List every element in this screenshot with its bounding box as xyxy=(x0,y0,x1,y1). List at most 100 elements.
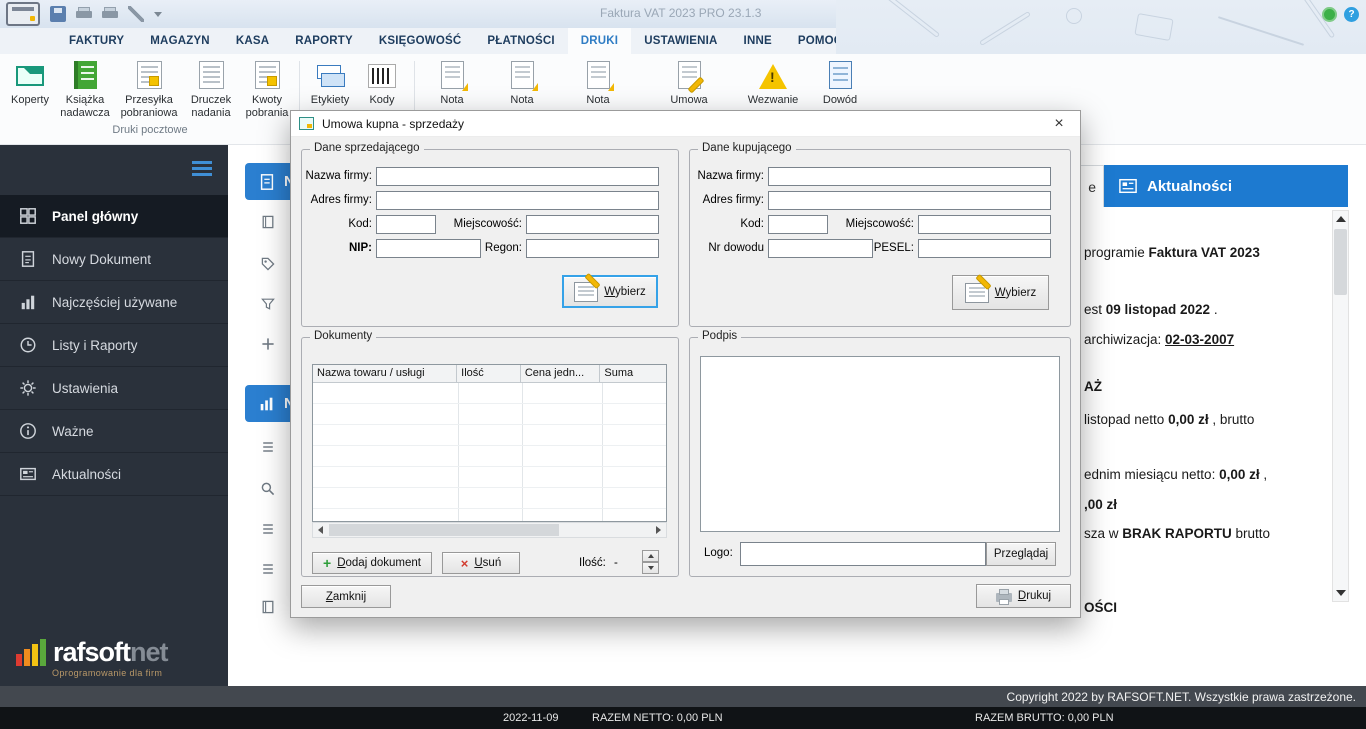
scroll-up-icon[interactable] xyxy=(1333,211,1348,227)
column-header-cena[interactable]: Cena jedn... xyxy=(521,365,601,382)
ribbon-item-koperty[interactable]: Koperty xyxy=(6,61,54,119)
ribbon-item-kody[interactable]: Kody xyxy=(355,61,409,107)
menubar: FAKTURY MAGAZYN KASA RAPORTY KSIĘGOWOŚĆ … xyxy=(0,28,860,54)
dialog-title: Umowa kupna - sprzedaży xyxy=(322,116,465,131)
sidebar-item-aktualnosci[interactable]: Aktualności xyxy=(0,453,228,496)
ribbon-item-druczek-nadania[interactable]: Druczek nadania xyxy=(182,61,240,119)
tab-kasa[interactable]: KASA xyxy=(223,28,282,54)
ribbon-item-wezwanie[interactable]: Wezwanie xyxy=(738,61,808,107)
close-dialog-button[interactable]: Zamknij xyxy=(301,585,391,608)
sidebar-nav: Panel główny Nowy Dokument Najczęściej u… xyxy=(0,195,228,496)
seller-address-input[interactable] xyxy=(376,191,659,210)
spinner-up-icon[interactable] xyxy=(642,550,659,562)
buyer-postal-input[interactable] xyxy=(768,215,828,234)
documents-table-hscrollbar[interactable] xyxy=(312,522,667,538)
buyer-company-input[interactable] xyxy=(768,167,1051,186)
tab-magazyn[interactable]: MAGAZYN xyxy=(137,28,223,54)
filter-icon[interactable] xyxy=(259,295,277,313)
dialog-titlebar[interactable]: Umowa kupna - sprzedaży × xyxy=(291,111,1080,137)
buyer-address-label: Adres firmy: xyxy=(702,194,764,206)
scroll-down-icon[interactable] xyxy=(1333,585,1348,601)
list-icon[interactable] xyxy=(259,438,277,456)
status-brutto: RAZEM BRUTTO: 0,00 PLN xyxy=(975,712,1114,724)
tab-wazne-partial[interactable]: e xyxy=(1078,165,1104,207)
browse-button[interactable]: Przeglądaj xyxy=(986,542,1056,566)
sidebar-item-label: Ważne xyxy=(52,423,94,439)
print-dialog-button[interactable]: Drukuj xyxy=(976,584,1071,608)
search-icon[interactable] xyxy=(259,480,277,498)
seller-regon-input[interactable] xyxy=(526,239,659,258)
save-icon[interactable] xyxy=(50,6,66,22)
ribbon-item-umowa[interactable]: Umowa xyxy=(654,61,724,107)
documents-table[interactable]: Nazwa towaru / usługi Ilość Cena jedn...… xyxy=(312,364,667,522)
ribbon-item-ksiazka-nadawcza[interactable]: Książka nadawcza xyxy=(54,61,116,119)
archive-date-link[interactable]: 02-03-2007 xyxy=(1165,332,1234,347)
plus-icon[interactable] xyxy=(259,335,277,353)
sidebar-item-najczesciej-uzywane[interactable]: Najczęściej używane xyxy=(0,281,228,324)
book-icon[interactable] xyxy=(259,213,277,231)
column-header-suma[interactable]: Suma xyxy=(600,365,666,382)
print-preview-icon[interactable] xyxy=(102,6,118,22)
seller-company-input[interactable] xyxy=(376,167,659,186)
sidebar-item-label: Ustawienia xyxy=(52,380,119,396)
news-scrollbar[interactable] xyxy=(1332,210,1349,602)
hamburger-menu-icon[interactable] xyxy=(192,161,212,176)
tab-faktury[interactable]: FAKTURY xyxy=(56,28,137,54)
sidebar-item-listy-i-raporty[interactable]: Listy i Raporty xyxy=(0,324,228,367)
buyer-choose-button[interactable]: Wybierz xyxy=(952,275,1049,310)
tab-aktualnosci[interactable]: Aktualności xyxy=(1104,165,1348,207)
sidebar-item-ustawienia[interactable]: Ustawienia xyxy=(0,367,228,410)
help-icon[interactable]: ? xyxy=(1344,7,1359,22)
list-icon[interactable] xyxy=(259,520,277,538)
ribbon-item-dowod[interactable]: Dowód xyxy=(812,61,868,107)
ribbon-item-nota-1[interactable]: Nota xyxy=(420,61,484,107)
print-icon[interactable] xyxy=(76,6,92,22)
seller-city-input[interactable] xyxy=(526,215,659,234)
close-icon[interactable]: × xyxy=(1044,113,1074,135)
tab-ustawienia[interactable]: USTAWIENIA xyxy=(631,28,730,54)
column-header-ilosc[interactable]: Ilość xyxy=(457,365,521,382)
logo-text: rafsoftnet xyxy=(53,637,169,667)
scrollbar-thumb[interactable] xyxy=(1334,229,1347,295)
tools-icon[interactable] xyxy=(128,6,144,22)
ribbon-item-przesylka-pobraniowa[interactable]: Przesyłka pobraniowa xyxy=(116,61,182,119)
tag-icon[interactable] xyxy=(259,255,277,273)
seller-choose-button[interactable]: Wybierz xyxy=(562,275,658,308)
toolbar-dropdown-caret-icon[interactable] xyxy=(154,11,162,17)
tab-pomoc[interactable]: POMOC xyxy=(785,28,855,54)
scroll-left-icon[interactable] xyxy=(313,523,328,537)
online-status-icon[interactable] xyxy=(1322,7,1337,22)
ribbon-item-nota-3[interactable]: Nota xyxy=(566,61,630,107)
buyer-groupbox: Dane kupującego Nazwa firmy: Adres firmy… xyxy=(689,142,1071,327)
add-document-button[interactable]: + Dodaj dokument xyxy=(312,552,432,574)
buyer-pesel-input[interactable] xyxy=(918,239,1051,258)
tab-inne[interactable]: INNE xyxy=(731,28,785,54)
ribbon-item-etykiety[interactable]: Etykiety xyxy=(305,61,355,107)
scrollbar-thumb[interactable] xyxy=(329,524,559,536)
tab-druki[interactable]: DRUKI xyxy=(567,28,632,54)
newspaper-icon xyxy=(18,464,38,484)
seller-postal-input[interactable] xyxy=(376,215,436,234)
column-header-nazwa[interactable]: Nazwa towaru / usługi xyxy=(313,365,458,382)
sidebar-item-panel-glowny[interactable]: Panel główny xyxy=(0,195,228,238)
buyer-address-input[interactable] xyxy=(768,191,1051,210)
tab-ksiegowosc[interactable]: KSIĘGOWOŚĆ xyxy=(366,28,475,54)
tab-platnosci[interactable]: PŁATNOŚCI xyxy=(474,28,567,54)
buyer-city-input[interactable] xyxy=(918,215,1051,234)
logo-path-input[interactable] xyxy=(740,542,986,566)
buyer-company-label: Nazwa firmy: xyxy=(697,170,764,182)
tab-raporty[interactable]: RAPORTY xyxy=(282,28,366,54)
sidebar-item-wazne[interactable]: Ważne xyxy=(0,410,228,453)
form-icon xyxy=(133,61,165,91)
spinner-down-icon[interactable] xyxy=(642,562,659,574)
book-icon[interactable] xyxy=(259,598,277,616)
scroll-right-icon[interactable] xyxy=(651,523,666,537)
remove-document-button[interactable]: × Usuń xyxy=(442,552,520,574)
list-icon[interactable] xyxy=(259,560,277,578)
app-icon[interactable] xyxy=(6,2,40,26)
ribbon-item-nota-2[interactable]: Nota xyxy=(490,61,554,107)
seller-company-label: Nazwa firmy: xyxy=(305,170,372,182)
envelope-icon xyxy=(14,61,46,91)
ribbon-item-kwoty-pobrania[interactable]: Kwoty pobrania xyxy=(240,61,294,119)
sidebar-item-nowy-dokument[interactable]: Nowy Dokument xyxy=(0,238,228,281)
